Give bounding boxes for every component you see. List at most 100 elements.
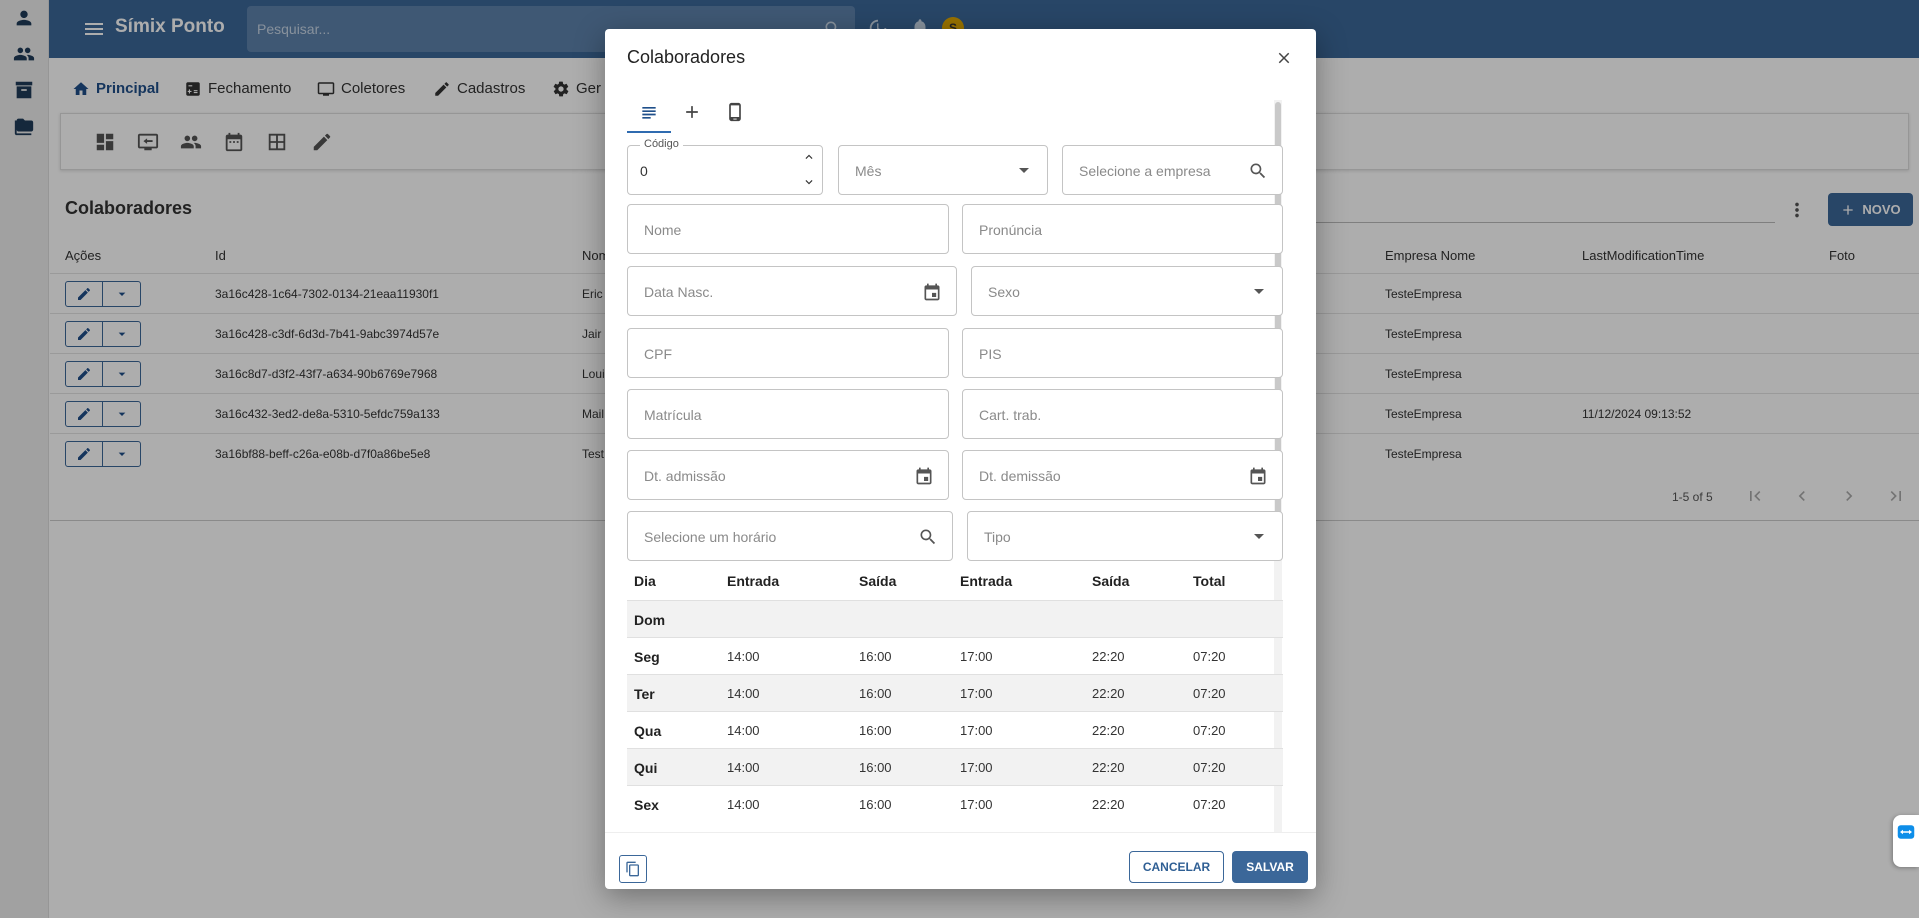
- saida-1: 16:00: [859, 649, 892, 664]
- chevron-down-icon[interactable]: [802, 175, 816, 189]
- entrada-2: 17:00: [960, 760, 993, 775]
- schedule-row[interactable]: Ter 14:00 16:00 17:00 22:20 07:20: [627, 674, 1283, 711]
- codigo-label: Código: [640, 138, 683, 150]
- list-icon: [639, 102, 659, 122]
- pronuncia-input[interactable]: [979, 220, 1238, 240]
- codigo-field: Código: [627, 138, 823, 195]
- saida-1: 16:00: [859, 760, 892, 775]
- schedule-header-total: Total: [1193, 573, 1226, 589]
- schedule-day: Seg: [634, 649, 660, 665]
- chevron-down-icon: [1254, 289, 1264, 294]
- data-nasc-input[interactable]: [644, 282, 912, 302]
- cpf-field: [627, 328, 949, 378]
- schedule-header-saida-1: Saída: [859, 573, 897, 589]
- save-button[interactable]: SALVAR: [1232, 851, 1308, 883]
- copy-button[interactable]: [619, 855, 647, 883]
- entrada-1: 14:00: [727, 760, 760, 775]
- matricula-input[interactable]: [644, 405, 904, 425]
- horario-input[interactable]: [644, 527, 908, 547]
- chevron-down-icon: [1254, 534, 1264, 539]
- cart-trab-input[interactable]: [979, 405, 1238, 425]
- dialog-title: Colaboradores: [627, 47, 746, 67]
- entrada-2: 17:00: [960, 649, 993, 664]
- saida-1: 16:00: [859, 797, 892, 812]
- schedule-day: Qua: [634, 723, 662, 739]
- schedule-row[interactable]: Sex 14:00 16:00 17:00 22:20 07:20: [627, 785, 1283, 822]
- saida-1: 16:00: [859, 723, 892, 738]
- colaboradores-dialog: Colaboradores Código 0 Mês Selecione a e…: [605, 29, 1316, 889]
- remote-support-widget[interactable]: [1893, 815, 1919, 867]
- tipo-input[interactable]: [984, 527, 1238, 547]
- entrada-2: 17:00: [960, 686, 993, 701]
- search-icon[interactable]: [1248, 161, 1268, 181]
- schedule-day: Ter: [634, 686, 655, 702]
- schedule-day: Dom: [634, 612, 666, 628]
- schedule-day: Qui: [634, 760, 658, 776]
- remote-support-icon: [1897, 823, 1915, 841]
- dt-demissao-input[interactable]: [979, 466, 1238, 486]
- entrada-1: 14:00: [727, 723, 760, 738]
- schedule-header-saida-2: Saída: [1092, 573, 1130, 589]
- codigo-input[interactable]: [640, 161, 774, 181]
- schedule-day: Sex: [634, 797, 659, 813]
- dt-demissao-field: [962, 450, 1283, 500]
- chevron-down-icon: [1019, 168, 1029, 173]
- calendar-icon[interactable]: [922, 282, 942, 302]
- saida-1: 16:00: [859, 686, 892, 701]
- pronuncia-field: [962, 204, 1283, 254]
- nome-input[interactable]: [644, 220, 904, 240]
- entrada-2: 17:00: [960, 723, 993, 738]
- mes-select[interactable]: [838, 145, 1048, 195]
- cancel-button[interactable]: CANCELAR: [1129, 851, 1224, 883]
- schedule-row[interactable]: Dom: [627, 600, 1283, 637]
- phone-icon: [725, 102, 745, 122]
- entrada-1: 14:00: [727, 649, 760, 664]
- tipo-select[interactable]: [967, 511, 1283, 561]
- calendar-icon[interactable]: [1248, 466, 1268, 486]
- nome-field: [627, 204, 949, 254]
- pis-input[interactable]: [979, 344, 1238, 364]
- add-icon: [682, 102, 702, 122]
- total: 07:20: [1193, 723, 1226, 738]
- dt-admissao-field: [627, 450, 949, 500]
- chevron-up-icon[interactable]: [802, 150, 816, 164]
- matricula-field: [627, 389, 949, 439]
- schedule-row[interactable]: Qui 14:00 16:00 17:00 22:20 07:20: [627, 748, 1283, 785]
- sexo-input[interactable]: [988, 282, 1238, 302]
- saida-2: 22:20: [1092, 760, 1125, 775]
- dialog-footer-divider: [605, 832, 1316, 833]
- sexo-select[interactable]: [971, 266, 1283, 316]
- schedule-header-entrada-2: Entrada: [960, 573, 1013, 589]
- horario-autocomplete[interactable]: [627, 511, 953, 561]
- entrada-1: 14:00: [727, 686, 760, 701]
- entrada-2: 17:00: [960, 797, 993, 812]
- tab-add[interactable]: [670, 97, 714, 133]
- saida-2: 22:20: [1092, 649, 1125, 664]
- empresa-input[interactable]: [1079, 161, 1238, 181]
- schedule-row[interactable]: Seg 14:00 16:00 17:00 22:20 07:20: [627, 637, 1283, 674]
- data-nasc-field: [627, 266, 957, 316]
- saida-2: 22:20: [1092, 686, 1125, 701]
- schedule-row[interactable]: Qua 14:00 16:00 17:00 22:20 07:20: [627, 711, 1283, 748]
- cpf-input[interactable]: [644, 344, 904, 364]
- dt-admissao-input[interactable]: [644, 466, 904, 486]
- schedule-header-entrada-1: Entrada: [727, 573, 780, 589]
- empresa-autocomplete[interactable]: [1062, 145, 1283, 195]
- search-icon[interactable]: [918, 527, 938, 547]
- pis-field: [962, 328, 1283, 378]
- tab-list[interactable]: [627, 97, 671, 133]
- mes-input[interactable]: [855, 161, 1003, 181]
- cart-trab-field: [962, 389, 1283, 439]
- calendar-icon[interactable]: [914, 466, 934, 486]
- entrada-1: 14:00: [727, 797, 760, 812]
- tab-device[interactable]: [713, 97, 757, 133]
- total: 07:20: [1193, 649, 1226, 664]
- schedule-header-dia: Dia: [634, 573, 656, 589]
- total: 07:20: [1193, 686, 1226, 701]
- saida-2: 22:20: [1092, 797, 1125, 812]
- close-icon[interactable]: [1275, 49, 1293, 67]
- saida-2: 22:20: [1092, 723, 1125, 738]
- total: 07:20: [1193, 760, 1226, 775]
- total: 07:20: [1193, 797, 1226, 812]
- copy-icon: [625, 861, 641, 877]
